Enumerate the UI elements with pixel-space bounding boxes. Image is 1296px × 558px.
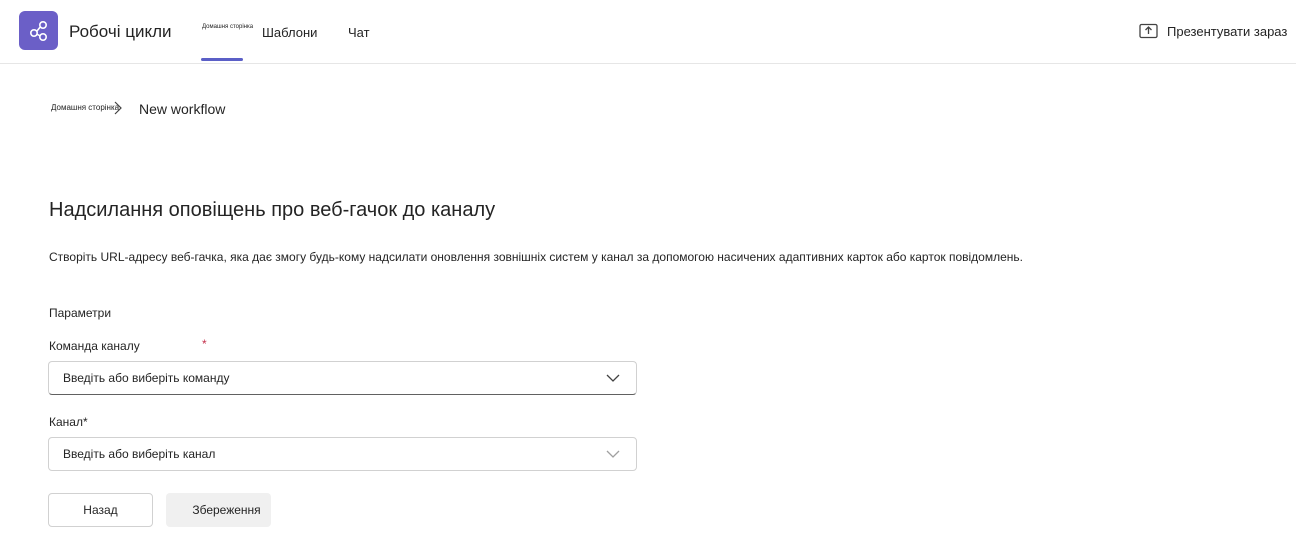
tab-home-label: Домашня сторінка: [202, 24, 254, 30]
chevron-down-icon: [606, 450, 620, 458]
chevron-down-icon: [606, 374, 620, 382]
top-bar: Робочі цикли Домашня сторінка Шаблони Ча…: [0, 0, 1296, 64]
channel-select-placeholder: Введіть або виберіть канал: [63, 447, 216, 461]
save-button[interactable]: Збереження: [166, 493, 271, 527]
share-nodes-icon: [29, 20, 47, 41]
present-now-text: Презентувати зараз: [1167, 23, 1288, 39]
chevron-right-icon: [114, 101, 122, 115]
required-indicator: *: [202, 337, 207, 351]
team-select[interactable]: Введіть або виберіть команду: [48, 361, 637, 395]
channel-select[interactable]: Введіть або виберіть канал: [48, 437, 637, 471]
present-now-button[interactable]: Презентувати зараз: [1139, 22, 1287, 40]
share-screen-icon: [1139, 23, 1158, 39]
app-title: Робочі цикли: [69, 22, 172, 41]
page-title: Надсилання оповіщень про веб-гачок до ка…: [49, 199, 496, 221]
tab-home[interactable]: Домашня сторінка: [201, 0, 253, 64]
page-description: Створіть URL-адресу веб-гачка, яка дає з…: [49, 250, 1023, 264]
breadcrumb-home-link[interactable]: Домашня сторінка: [51, 103, 119, 112]
present-now-label: Презентувати зараз: [1167, 24, 1287, 39]
team-field-label: Команда каналу: [49, 339, 140, 353]
tab-chat[interactable]: Чат: [348, 0, 370, 64]
channel-field-label: Канал*: [49, 415, 88, 429]
workflow-app-icon[interactable]: [19, 11, 58, 50]
breadcrumb-current: New workflow: [139, 101, 226, 117]
parameters-heading: Параметри: [49, 306, 112, 320]
active-tab-indicator: [201, 58, 243, 61]
tab-templates[interactable]: Шаблони: [262, 0, 317, 64]
team-select-placeholder: Введіть або виберіть команду: [63, 371, 230, 385]
back-button[interactable]: Назад: [48, 493, 153, 527]
